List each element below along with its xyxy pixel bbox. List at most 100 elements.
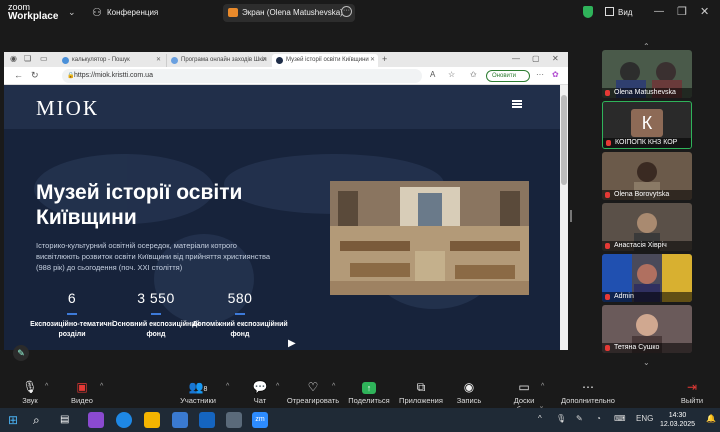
window-minimize-button[interactable]: — [512, 54, 520, 63]
globe-icon [276, 57, 283, 64]
participant-tile-active[interactable]: К КОІПОПК КНЗ КОР [602, 101, 692, 149]
window-close-button[interactable]: ✕ [700, 5, 709, 18]
close-icon[interactable]: ✕ [262, 54, 267, 67]
tab-label: калькулятор - Пошук [72, 57, 130, 63]
mic-muted-icon [606, 140, 611, 146]
leave-button[interactable]: ⇥ Выйти [664, 380, 720, 405]
store-icon[interactable] [172, 412, 188, 428]
audio-options-icon[interactable]: ^ [45, 383, 48, 390]
participants-options-icon[interactable]: ^ [226, 383, 229, 390]
hamburger-menu-line [512, 103, 522, 105]
more-button[interactable]: ⋯ Дополнительно [558, 380, 618, 405]
participants-button[interactable]: 👥8 Участники [170, 380, 226, 405]
task-view-icon[interactable]: ▤ [60, 412, 76, 428]
read-aloud-icon[interactable]: A [430, 70, 435, 79]
scrollbar-thumb[interactable] [561, 95, 567, 185]
participant-tile[interactable]: Olena Matushevska [602, 50, 692, 98]
more-icon: ⋯ [582, 380, 594, 394]
participant-tile[interactable]: Olena Borovytska [602, 152, 692, 200]
browser-tab-museum[interactable]: Музей історії освіти Київщини ✕ [272, 54, 378, 67]
edge-icon[interactable] [116, 412, 132, 428]
tab-label: Програма онлайн заходів Шкіл [181, 57, 267, 63]
keyboard-tray-icon[interactable]: ⌨ [614, 414, 626, 423]
whiteboards-options-icon[interactable]: ^ [541, 383, 544, 390]
participant-tile[interactable]: Тетяна Сушко [602, 305, 692, 353]
shield-icon[interactable] [583, 6, 593, 18]
stat-value: 580 [227, 290, 253, 306]
url-input[interactable]: 🔒 https://miok.kristti.com.ua [62, 69, 422, 83]
mic-muted-icon [605, 294, 610, 300]
zoom-logo-line2: Workplace [8, 11, 59, 22]
participant-tile[interactable]: Анастасія Хівріч [602, 203, 692, 251]
outlook-icon[interactable] [199, 412, 215, 428]
share-more-icon[interactable]: ··· [341, 6, 352, 17]
share-button[interactable]: ↑ Поделиться [341, 380, 397, 405]
video-options-icon[interactable]: ^ [100, 383, 103, 390]
window-close-button[interactable]: ✕ [552, 54, 559, 63]
close-icon[interactable]: ✕ [156, 54, 161, 67]
copilot-icon[interactable] [88, 412, 104, 428]
microphone-icon: 🎙 [22, 380, 38, 394]
favorites-icon[interactable]: ✩ [470, 70, 477, 79]
page-icon [171, 57, 178, 64]
chat-options-icon[interactable]: ^ [276, 383, 279, 390]
participants-icon: 👥8 [188, 380, 208, 394]
microphone-tray-icon[interactable]: 🎙 [556, 414, 566, 423]
grid-icon[interactable] [605, 7, 614, 16]
participants-expand-icon[interactable]: ⌄ [643, 358, 650, 367]
view-button[interactable]: Вид [618, 8, 632, 17]
participants-count: 8 [203, 386, 208, 393]
react-options-icon[interactable]: ^ [332, 383, 335, 390]
file-explorer-icon[interactable] [144, 412, 160, 428]
back-icon[interactable]: ← [14, 70, 23, 80]
collections-icon[interactable]: ❏ [24, 54, 31, 63]
clock-date: 12.03.2025 [660, 421, 696, 428]
panel-splitter[interactable] [570, 210, 572, 222]
window-minimize-button[interactable]: — [654, 6, 664, 17]
share-label: Поделиться [348, 396, 390, 405]
language-indicator[interactable]: ENG [636, 414, 653, 423]
participant-name: Анастасія Хівріч [602, 241, 692, 251]
shared-browser-window: ◉ ❏ ▭ калькулятор - Пошук ✕ Програма онл… [4, 52, 568, 350]
window-maximize-button[interactable]: ▢ [532, 54, 540, 63]
share-screen-icon: ↑ [341, 380, 397, 396]
browser-tab-program[interactable]: Програма онлайн заходів Шкіл ✕ [166, 54, 270, 67]
browser-tab-search[interactable]: калькулятор - Пошук ✕ [58, 54, 164, 67]
favorite-icon[interactable]: ☆ [448, 70, 455, 79]
chat-icon: 💬 [252, 380, 268, 394]
more-icon[interactable]: ··· [536, 70, 544, 79]
close-icon[interactable]: ✕ [370, 54, 375, 67]
search-icon[interactable]: ⌕ [33, 412, 49, 428]
camera-icon[interactable] [226, 412, 242, 428]
search-icon [62, 57, 69, 64]
tab-actions-icon[interactable]: ▭ [40, 54, 48, 63]
chat-label: Чат [253, 396, 267, 405]
network-tray-icon[interactable]: ◔ [596, 414, 601, 423]
window-maximize-button[interactable]: ❐ [677, 5, 687, 18]
record-button[interactable]: ◉ Запись [441, 380, 497, 405]
pen-tray-icon[interactable]: ✎ [576, 414, 583, 423]
screen-share-label: Экран (Olena Matushevska) [242, 8, 343, 17]
site-logo[interactable]: МІОК [36, 96, 99, 121]
workspace-chevron-icon[interactable]: ⌄ [68, 7, 76, 18]
profile-icon[interactable]: ◉ [10, 54, 17, 63]
taskbar-clock[interactable]: 14:30 12.03.2025 [660, 411, 695, 429]
leave-icon: ⇥ [686, 380, 698, 394]
participant-avatar: К [631, 109, 663, 137]
audio-button[interactable]: 🎙 Звук [2, 380, 58, 405]
participant-tile[interactable]: Admin [602, 254, 692, 302]
participant-name: Тетяна Сушко [602, 343, 692, 353]
windows-start-icon[interactable]: ⊞ [8, 412, 24, 428]
tray-overflow-icon[interactable]: ^ [538, 414, 542, 423]
new-tab-button[interactable]: + [382, 54, 387, 64]
annotate-pen-icon[interactable]: ✎ [13, 345, 29, 361]
refresh-icon[interactable]: ↻ [31, 70, 39, 81]
update-button[interactable]: Оновити [486, 70, 530, 82]
copilot-icon[interactable]: ✿ [552, 70, 559, 79]
meeting-title[interactable]: Конференция [107, 8, 158, 17]
mouse-cursor-icon: ▶ [288, 338, 296, 349]
notifications-icon[interactable]: 🔔 [706, 414, 716, 423]
mic-muted-icon [605, 345, 610, 351]
zoom-app-icon[interactable]: zm [252, 412, 268, 428]
chat-button[interactable]: 💬 Чат [232, 380, 288, 405]
